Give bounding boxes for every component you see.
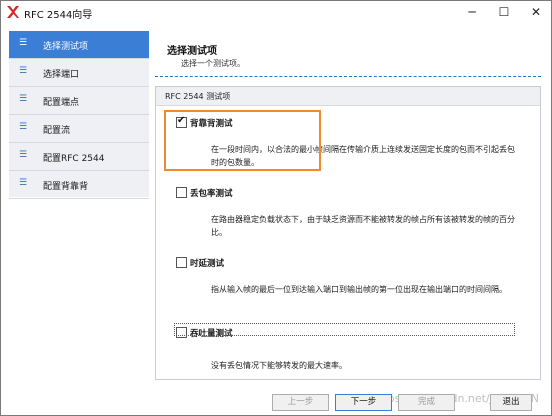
sidebar-item-label: 选择测试项 [43, 42, 89, 52]
sidebar-item-label: 选择端口 [43, 70, 80, 80]
menu-lines-icon: ☰ [19, 150, 28, 160]
group-header: RFC 2544 测试项 [156, 87, 540, 106]
option-description: 指从输入帧的最后一位到达输入端口到输出帧的第一位出现在输出端口的时间间隔。 [211, 285, 507, 294]
option-description: 没有丢包情况下能够转发的最大速率。 [211, 361, 347, 370]
group-title: RFC 2544 测试项 [165, 92, 231, 101]
menu-lines-icon: ☰ [19, 94, 28, 104]
sidebar-item-config-flow[interactable]: ☰ 配置流 [9, 115, 149, 143]
maximize-button[interactable]: ☐ [487, 1, 521, 23]
sidebar-item-label: 配置RFC 2544 [43, 154, 105, 164]
sidebar-item-label: 配置流 [43, 126, 71, 136]
exit-button[interactable]: 退出 [490, 394, 532, 411]
step-header: 选择测试项 选择一个测试项。 [150, 31, 550, 79]
window-title: RFC 2544向导 [24, 10, 93, 21]
wizard-sidebar: ☰ 选择测试项 ☰ 选择端口 ☰ 配置端点 ☰ 配置流 ☰ 配置RFC 2544… [9, 31, 149, 199]
header-divider [155, 76, 541, 77]
menu-lines-icon: ☰ [19, 178, 28, 188]
option-label[interactable]: 丢包率测试 [190, 187, 233, 199]
sidebar-item-select-test[interactable]: ☰ 选择测试项 [9, 31, 149, 59]
sidebar-item-config-endpoints[interactable]: ☰ 配置端点 [9, 87, 149, 115]
page-subtitle: 选择一个测试项。 [181, 59, 245, 68]
menu-lines-icon: ☰ [19, 66, 28, 76]
option-description: 在路由器稳定负载状态下，由于缺乏资源而不能被转发的帧占所有该被转发的帧的百分比。 [211, 215, 515, 237]
next-button[interactable]: 下一步 [335, 394, 392, 411]
previous-button[interactable]: 上一步 [272, 394, 329, 411]
sidebar-item-config-back-to-back[interactable]: ☰ 配置背靠背 [9, 171, 149, 199]
menu-lines-icon: ☰ [19, 38, 28, 48]
menu-lines-icon: ☰ [19, 122, 28, 132]
finish-button[interactable]: 完成 [398, 394, 455, 411]
sidebar-item-config-rfc2544[interactable]: ☰ 配置RFC 2544 [9, 143, 149, 171]
app-logo-icon [7, 6, 19, 18]
sidebar-item-label: 配置端点 [43, 98, 80, 108]
annotation-highlight-box [164, 110, 321, 171]
sidebar-item-label: 配置背靠背 [43, 182, 89, 192]
sidebar-item-select-port[interactable]: ☰ 选择端口 [9, 59, 149, 87]
latency-checkbox[interactable] [176, 257, 187, 268]
packet-loss-checkbox[interactable] [176, 187, 187, 198]
focus-outline [174, 323, 515, 336]
title-bar[interactable]: RFC 2544向导 ─ ☐ ✕ [1, 1, 551, 23]
close-button[interactable]: ✕ [519, 1, 552, 23]
page-title: 选择测试项 [167, 46, 217, 57]
option-label[interactable]: 时延测试 [190, 257, 224, 269]
minimize-button[interactable]: ─ [455, 1, 489, 23]
